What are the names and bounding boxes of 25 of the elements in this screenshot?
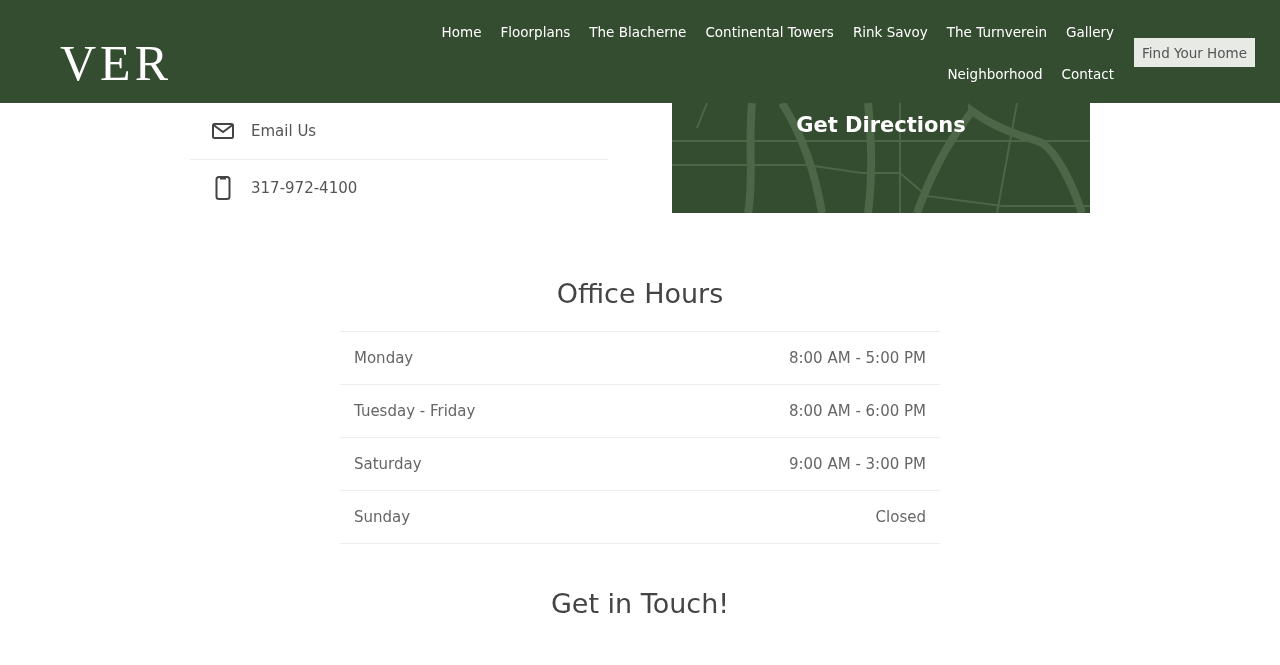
phone-number-link[interactable]: 317-972-4100 bbox=[251, 179, 358, 197]
section-heading: Get in Touch! bbox=[549, 588, 731, 619]
day-label: Tuesday - Friday bbox=[354, 402, 476, 420]
find-home-button[interactable]: Find Your Home bbox=[1134, 38, 1255, 67]
hours-text: 8:00 AM - 5:00 PM bbox=[788, 349, 926, 367]
section-heading: Office Hours bbox=[556, 278, 724, 309]
hours-text: 8:00 AM - 6:00 PM bbox=[788, 402, 926, 420]
nav-link[interactable]: Floorplans bbox=[500, 20, 571, 62]
phone-icon bbox=[212, 176, 234, 200]
nav-link[interactable]: Home bbox=[441, 20, 482, 62]
logo[interactable]: VER bbox=[60, 38, 172, 88]
email-link[interactable]: Email Us bbox=[251, 122, 317, 140]
day-label: Sunday bbox=[354, 508, 411, 526]
hours-text: Closed bbox=[875, 508, 926, 526]
mail-icon bbox=[212, 123, 234, 139]
nav-link[interactable]: Rink Savoy bbox=[852, 20, 928, 62]
day-label: Monday bbox=[354, 349, 414, 367]
nav-link[interactable]: Gallery bbox=[1065, 20, 1115, 62]
nav-link[interactable]: Continental Towers bbox=[705, 20, 834, 62]
nav-link[interactable]: The Turnverein bbox=[946, 20, 1047, 62]
nav-link[interactable]: The Blacherne bbox=[589, 20, 687, 62]
hours-text: 9:00 AM - 3:00 PM bbox=[788, 455, 926, 473]
nav-link[interactable]: Neighborhood bbox=[947, 62, 1043, 104]
day-label: Saturday bbox=[354, 455, 422, 473]
nav-link[interactable]: Contact bbox=[1061, 62, 1115, 104]
